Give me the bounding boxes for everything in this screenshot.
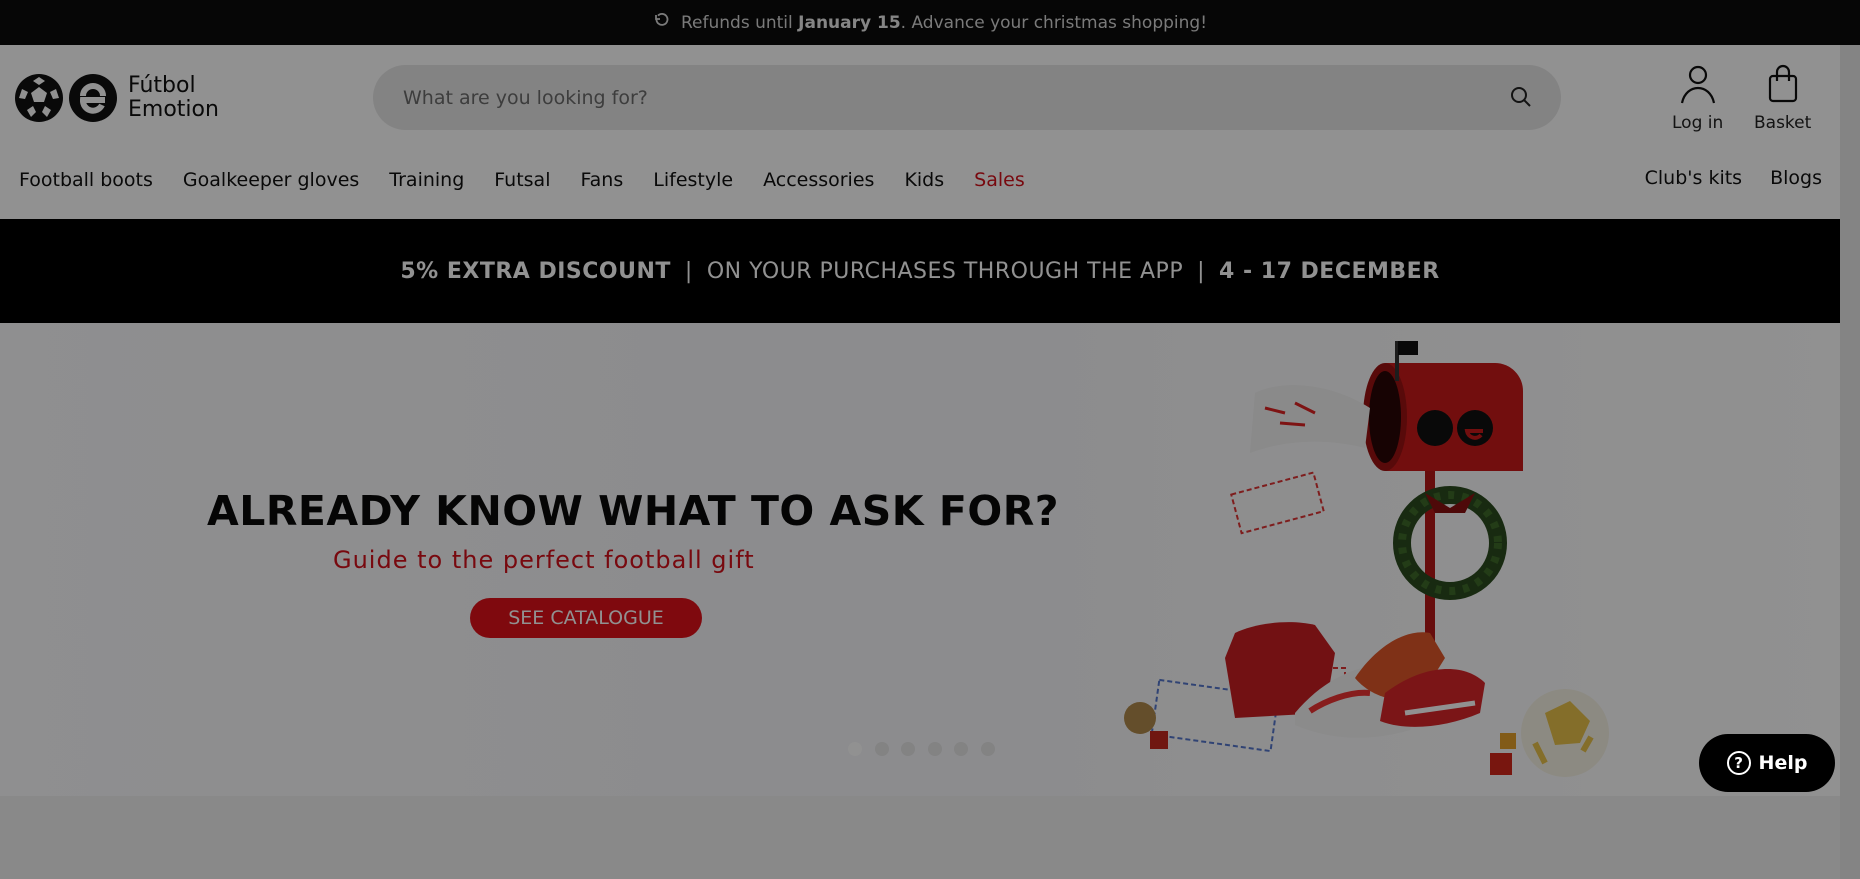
nav-item-training[interactable]: Training	[389, 169, 464, 191]
site-header: Fútbol Emotion Log in Basket Football bo…	[0, 45, 1840, 219]
carousel-dot[interactable]	[927, 742, 942, 756]
see-catalogue-button[interactable]: SEE CATALOGUE	[470, 598, 702, 638]
carousel-dot[interactable]	[954, 742, 969, 756]
basket-button[interactable]: Basket	[1754, 63, 1811, 133]
carousel-dot[interactable]	[980, 742, 995, 756]
carousel-dot[interactable]	[901, 742, 916, 756]
question-icon: ?	[1726, 751, 1751, 775]
announcement-bar: Refunds until January 15. Advance your c…	[0, 0, 1860, 45]
christmas-gift-illustration	[1124, 341, 1609, 777]
help-button[interactable]: ? Help	[1699, 734, 1835, 792]
carousel-dots	[848, 742, 1008, 756]
hero-title: ALREADY KNOW WHAT TO ASK FOR?	[207, 487, 1060, 535]
search-icon[interactable]	[1509, 85, 1533, 109]
main-nav: Football boots Goalkeeper gloves Trainin…	[19, 169, 1055, 191]
nav-item-fans[interactable]: Fans	[580, 169, 623, 191]
brand-logo[interactable]: Fútbol Emotion	[14, 73, 219, 123]
refresh-icon	[653, 12, 669, 33]
nav-item-futsal[interactable]: Futsal	[494, 169, 550, 191]
nav-item-clubs-kits[interactable]: Club's kits	[1645, 167, 1742, 189]
nav-item-lifestyle[interactable]: Lifestyle	[653, 169, 733, 191]
announcement-text: Refunds until January 15. Advance your c…	[680, 12, 1208, 33]
e-logo-icon	[69, 74, 117, 122]
nav-item-kids[interactable]: Kids	[904, 169, 944, 191]
hero-carousel[interactable]: ALREADY KNOW WHAT TO ASK FOR? Guide to t…	[0, 323, 1840, 796]
nav-item-sales[interactable]: Sales	[974, 169, 1025, 191]
login-button[interactable]: Log in	[1672, 63, 1723, 133]
hero-subtitle: Guide to the perfect football gift	[333, 546, 755, 574]
carousel-dot[interactable]	[848, 742, 862, 756]
nav-item-goalkeeper-gloves[interactable]: Goalkeeper gloves	[183, 169, 359, 191]
nav-item-blogs[interactable]: Blogs	[1770, 167, 1822, 189]
search-input[interactable]	[403, 86, 1483, 109]
shopping-bag-icon	[1768, 64, 1797, 103]
football-logo-icon	[15, 74, 63, 122]
carousel-dot[interactable]	[874, 742, 889, 756]
brand-name: Fútbol Emotion	[128, 73, 219, 122]
user-icon	[1680, 65, 1715, 104]
nav-item-accessories[interactable]: Accessories	[763, 169, 874, 191]
promo-banner[interactable]: 5% EXTRA DISCOUNT | ON YOUR PURCHASES TH…	[0, 219, 1840, 323]
scrollbar-track[interactable]	[1840, 45, 1860, 879]
page: Fútbol Emotion Log in Basket Football bo…	[0, 45, 1840, 879]
search-bar[interactable]	[373, 65, 1561, 130]
nav-item-football-boots[interactable]: Football boots	[19, 169, 153, 191]
secondary-nav: Club's kits Blogs	[1617, 167, 1822, 189]
